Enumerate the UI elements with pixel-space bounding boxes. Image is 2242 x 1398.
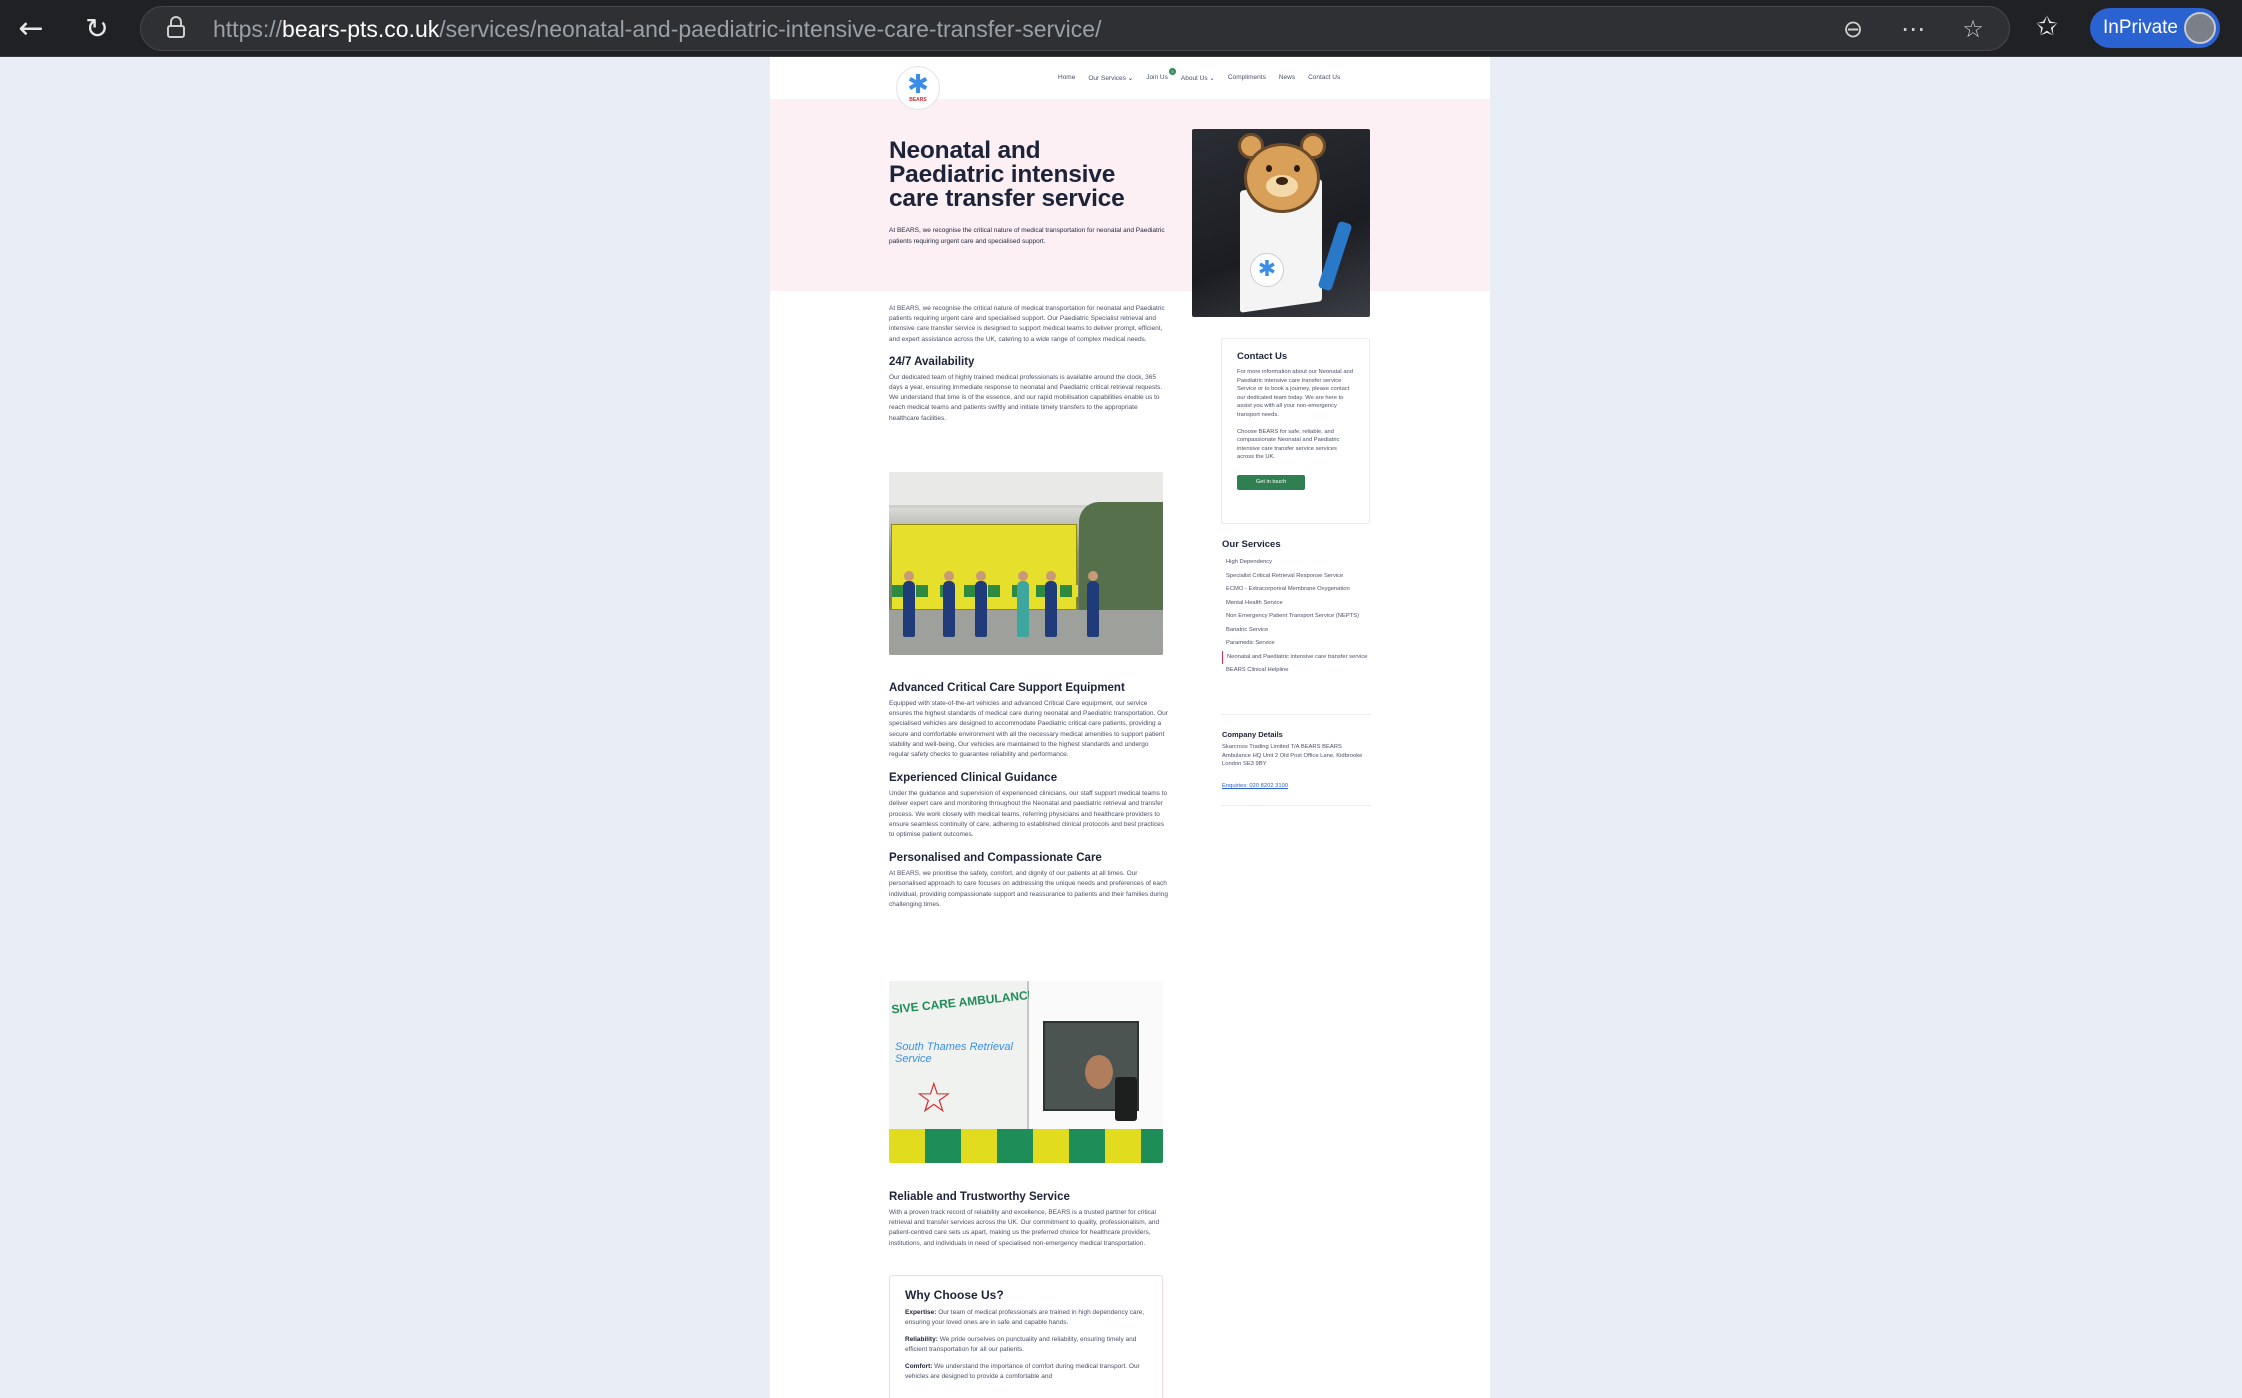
page-title: Neonatal and Paediatric intensive care t… [889, 137, 1125, 212]
why-choose-us-box: Why Choose Us? Expertise: Our team of me… [889, 1275, 1163, 1398]
back-arrow-icon[interactable]: ← [12, 10, 50, 48]
section-body-availability: Our dedicated team of highly trained med… [889, 373, 1163, 422]
section-title-availability: 24/7 Availability [889, 355, 975, 368]
section-body-equipment: Equipped with state-of-the-art vehicles … [889, 700, 1168, 759]
favorite-star-icon[interactable]: ☆ [1959, 15, 1987, 43]
more-options-icon[interactable]: ⋯ [1899, 15, 1927, 43]
contact-paragraph-2: Choose BEARS for safe, reliable, and com… [1237, 428, 1340, 461]
get-in-touch-button[interactable]: Get in touch [1237, 474, 1305, 490]
hero-teddy-bear-image: ✱ [1192, 129, 1370, 317]
nav-our-services[interactable]: Our Services ⌄ [1088, 74, 1133, 82]
section-title-equipment: Advanced Critical Care Support Equipment [889, 682, 1125, 694]
section-title-compassionate-care: Personalised and Compassionate Care [889, 852, 1102, 865]
join-us-badge: 0 [1169, 68, 1176, 75]
web-page: ✱ BEARS Home Our Services ⌄ Join Us Abou… [770, 57, 1490, 1398]
address-bar[interactable]: https://bears-pts.co.uk/services/neonata… [140, 6, 2010, 51]
service-link[interactable]: BEARS Clinical Helpline [1222, 664, 1370, 678]
why-choose-us-title: Why Choose Us? [905, 1288, 1004, 1302]
why-item-comfort: Comfort: We understand the importance of… [905, 1363, 1140, 1380]
nav-contact-us[interactable]: Contact Us [1308, 74, 1340, 82]
company-address: Skarcross Trading Limited T/A BEARS BEAR… [1222, 744, 1363, 768]
nav-news[interactable]: News [1279, 74, 1295, 82]
service-link[interactable]: Specialist Critical Retrieval Response S… [1222, 570, 1370, 584]
contact-title: Contact Us [1237, 351, 1288, 362]
content-sections: Advanced Critical Care Support Equipment… [889, 682, 1169, 910]
page-subtitle: At BEARS, we recognise the critical natu… [889, 227, 1165, 245]
service-link[interactable]: Bariatric Service [1222, 624, 1370, 638]
service-link-active[interactable]: Neonatal and Paediatric intensive care t… [1222, 650, 1370, 664]
intro-paragraph: At BEARS, we recognise the critical natu… [889, 305, 1165, 343]
nav-home[interactable]: Home [1058, 74, 1075, 82]
reliable-section: Reliable and Trustworthy Service With a … [889, 1191, 1169, 1249]
why-item-reliability: Reliability: We pride ourselves on punct… [905, 1336, 1137, 1353]
browser-toolbar: ← ↻ https://bears-pts.co.uk/services/neo… [0, 0, 2242, 57]
favorites-icon[interactable]: ✩ [2036, 12, 2058, 42]
star-of-life-icon: ✱ [907, 70, 929, 100]
main-content: At BEARS, we recognise the critical natu… [889, 304, 1169, 424]
service-link[interactable]: High Dependency [1222, 556, 1370, 570]
section-body-compassionate-care: At BEARS, we prioritise the safety, comf… [889, 870, 1168, 908]
company-details-title: Company Details [1222, 730, 1283, 739]
section-body-reliable: With a proven track record of reliabilit… [889, 1209, 1160, 1247]
contact-card: Contact Us For more information about ou… [1221, 338, 1370, 524]
sidebar-divider [1222, 805, 1370, 806]
services-title: Our Services [1222, 539, 1281, 550]
nav-compliments[interactable]: Compliments [1228, 74, 1266, 82]
lock-icon[interactable] [167, 16, 185, 38]
section-title-reliable: Reliable and Trustworthy Service [889, 1191, 1070, 1203]
service-link[interactable]: Non Emergency Patient Transport Service … [1222, 610, 1370, 624]
profile-avatar [2184, 12, 2216, 44]
section-body-guidance: Under the guidance and supervision of ex… [889, 790, 1168, 839]
why-item-expertise: Expertise: Our team of medical professio… [905, 1309, 1145, 1326]
service-link[interactable]: Mental Health Service [1222, 597, 1370, 611]
enquiries-phone-link[interactable]: Enquiries: 020 8202 3100 [1222, 783, 1288, 789]
contact-paragraph-1: For more information about our Neonatal … [1237, 369, 1354, 418]
service-link[interactable]: ECMO - Extracorporeal Membrane Oxygenati… [1222, 583, 1370, 597]
ambulance-team-photo [889, 472, 1163, 655]
services-list: High Dependency Specialist Critical Retr… [1222, 556, 1370, 678]
nav-about-us[interactable]: About Us ⌄ [1181, 74, 1215, 82]
inprivate-button[interactable]: InPrivate [2090, 8, 2220, 48]
star-of-life-icon: ✱ [1250, 253, 1284, 287]
nav-join-us[interactable]: Join Us [1146, 74, 1168, 82]
ambulance-driver-photo: SIVE CARE AMBULANCE South Thames Retriev… [889, 981, 1163, 1163]
sidebar-divider [1222, 714, 1370, 715]
site-logo[interactable]: ✱ BEARS [896, 66, 940, 110]
reload-icon[interactable]: ↻ [78, 10, 116, 48]
url-text[interactable]: https://bears-pts.co.uk/services/neonata… [213, 16, 1101, 43]
main-menu: Home Our Services ⌄ Join Us About Us ⌄ C… [1058, 68, 1353, 82]
service-link[interactable]: Paramedic Service [1222, 637, 1370, 651]
site-header: ✱ BEARS Home Our Services ⌄ Join Us Abou… [770, 57, 1490, 110]
zoom-out-icon[interactable]: ⊖ [1839, 15, 1867, 43]
section-title-guidance: Experienced Clinical Guidance [889, 772, 1058, 785]
